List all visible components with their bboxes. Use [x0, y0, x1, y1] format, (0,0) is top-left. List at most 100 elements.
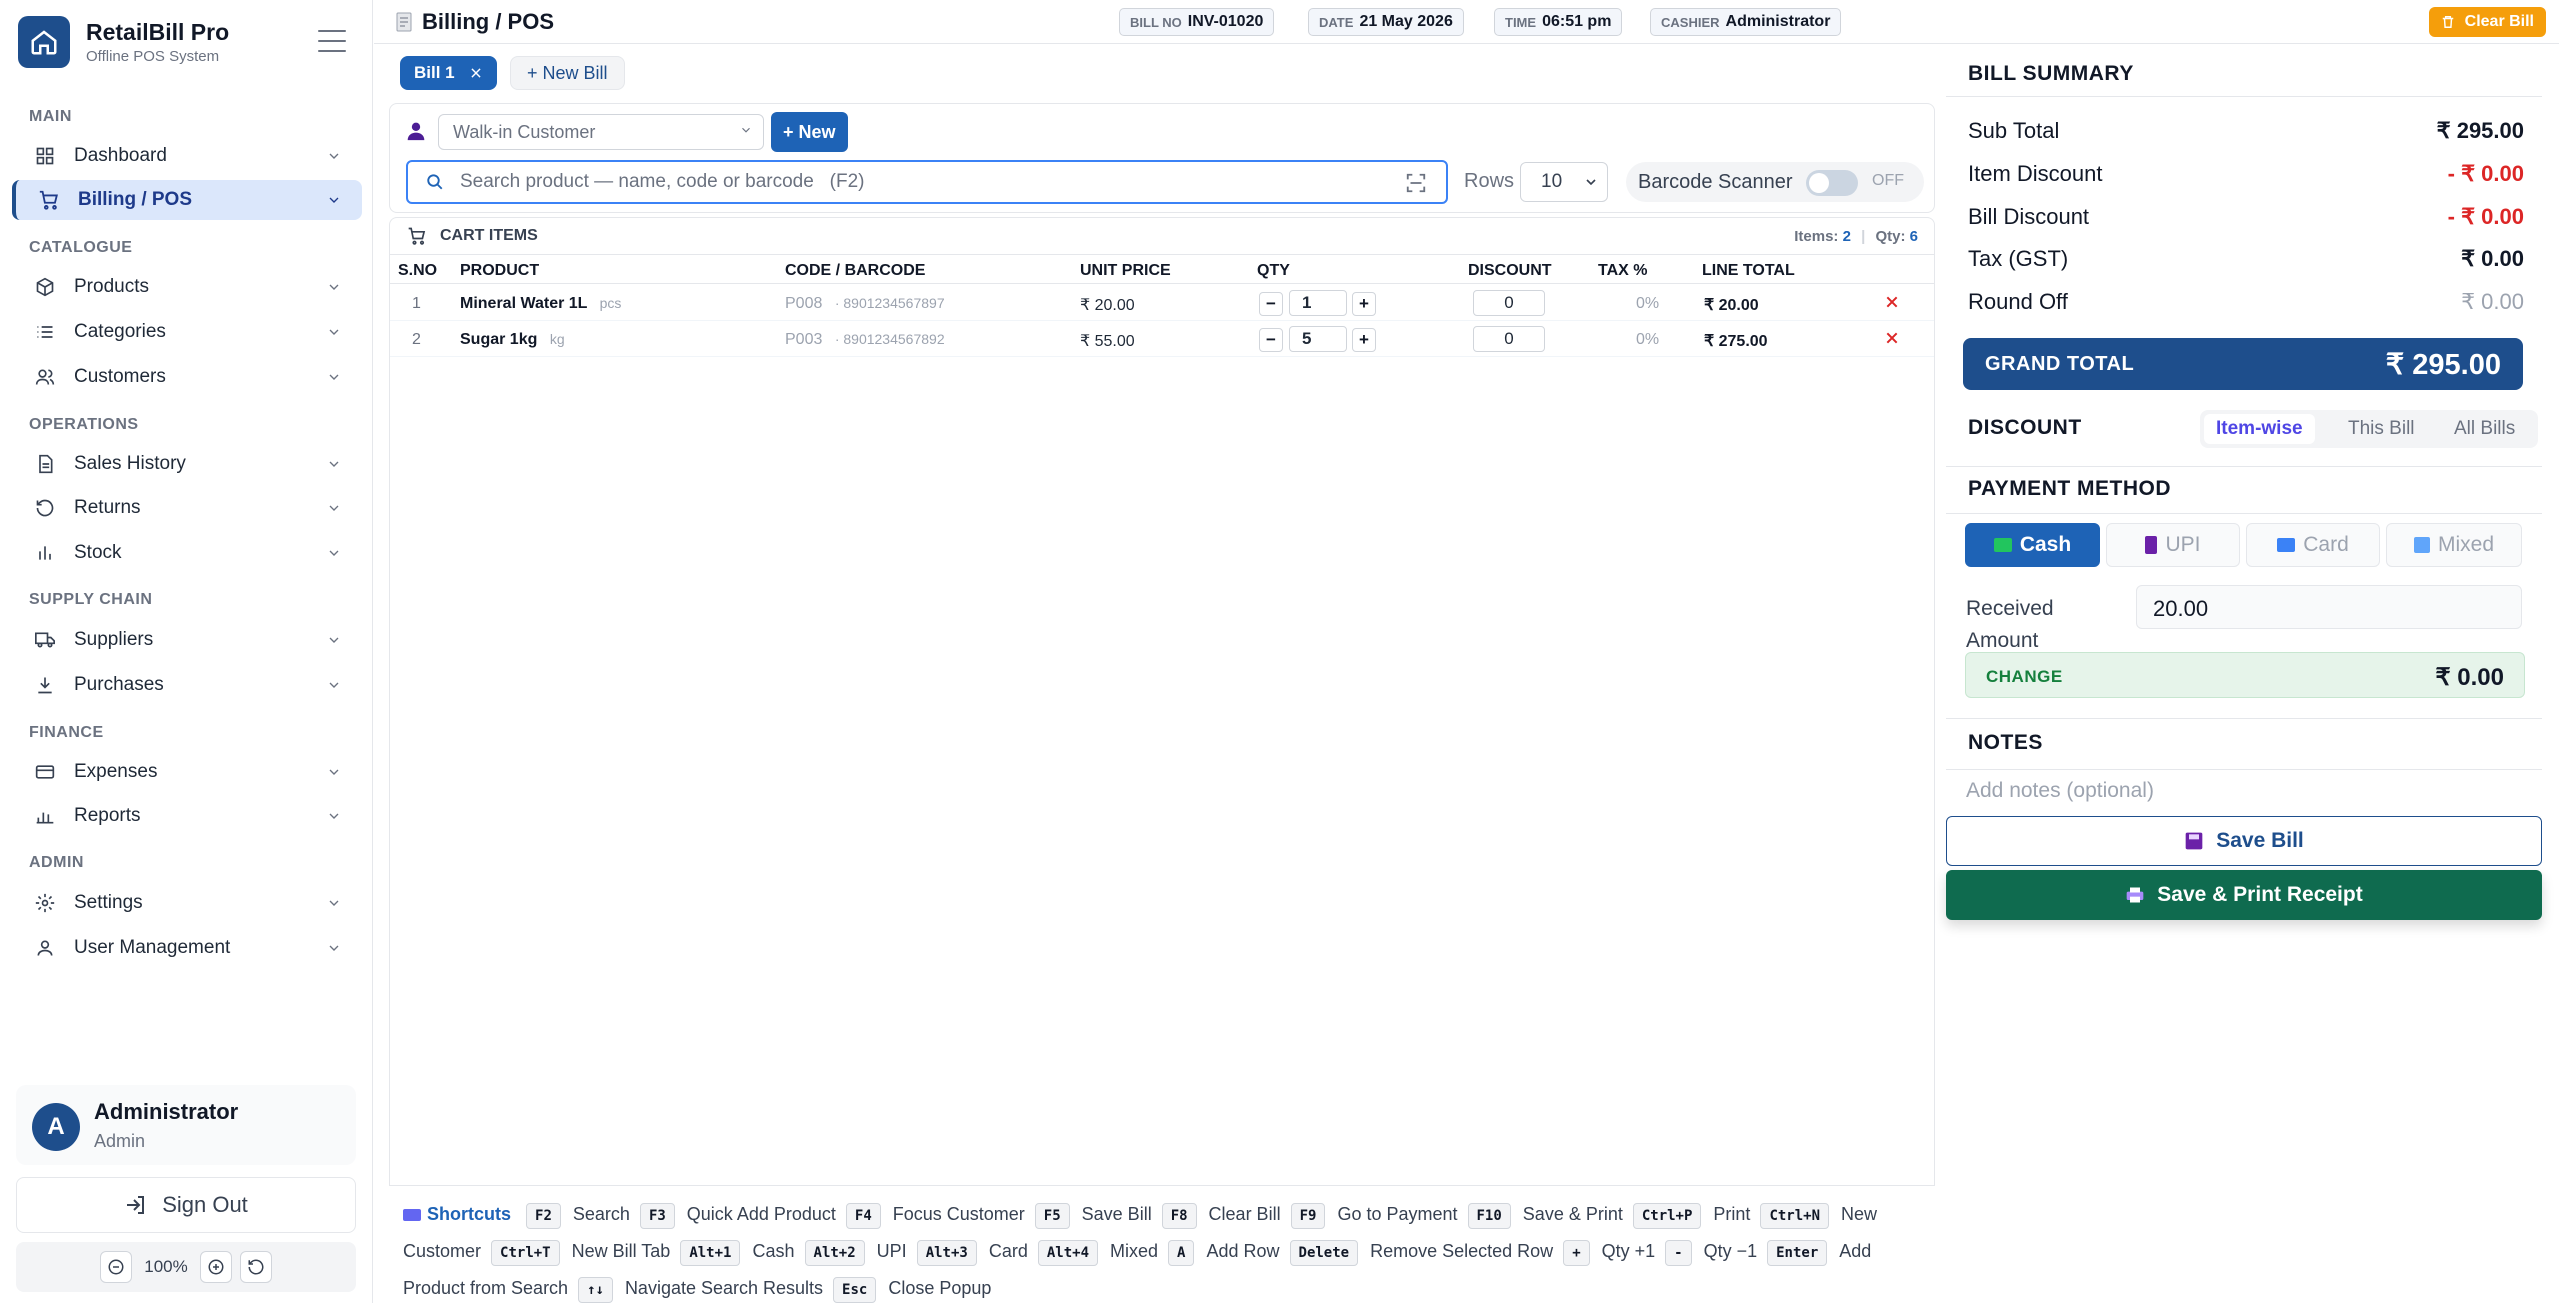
- grand-total-label: GRAND TOTAL: [1985, 353, 2135, 375]
- col-code: CODE / BARCODE: [785, 262, 926, 279]
- new-customer-button[interactable]: + New: [771, 112, 848, 152]
- sidebar-item-categories[interactable]: Categories: [12, 312, 362, 352]
- date-label: DATE: [1319, 14, 1354, 30]
- row-product: Sugar 1kg kg: [460, 331, 565, 349]
- chevron-down-icon: [329, 284, 339, 290]
- zoom-controls: 100%: [16, 1242, 356, 1292]
- shortcuts-bar: Shortcuts F2 Search F3 Quick Add Product F4 F…: [389, 1185, 1935, 1303]
- shortcut-label: Print: [1713, 1204, 1751, 1224]
- payment-mixed-button[interactable]: Mixed: [2386, 523, 2522, 567]
- sidebar-item-reports[interactable]: Reports: [12, 796, 362, 836]
- chevron-down-icon: [329, 505, 339, 511]
- sign-out-button[interactable]: Sign Out: [16, 1177, 356, 1233]
- received-amount-label: Received Amount: [1966, 597, 2054, 652]
- new-bill-button[interactable]: + New Bill: [510, 56, 625, 90]
- qty-label: Qty:: [1875, 228, 1906, 245]
- user-role: Admin: [94, 1131, 146, 1151]
- payment-upi-button[interactable]: UPI: [2106, 523, 2240, 567]
- menu-toggle-icon[interactable]: [318, 30, 346, 52]
- zoom-out-icon: [108, 1259, 124, 1275]
- discount-tab-item-wise[interactable]: Item-wise: [2204, 414, 2315, 444]
- scan-icon[interactable]: [1404, 172, 1428, 194]
- save-bill-button[interactable]: Save Bill: [1946, 816, 2542, 866]
- sidebar-item-label: Expenses: [74, 761, 158, 782]
- search-icon: [427, 174, 443, 190]
- notes-input[interactable]: Add notes (optional): [1966, 779, 2154, 803]
- sidebar-item-customers[interactable]: Customers: [12, 357, 362, 397]
- barcode-scanner-toggle[interactable]: [1806, 170, 1858, 196]
- qty-input[interactable]: 5: [1289, 326, 1347, 352]
- save-print-label: Save & Print Receipt: [2157, 883, 2363, 906]
- grid-icon: [34, 145, 56, 167]
- rows-select[interactable]: 10: [1520, 162, 1608, 202]
- row-barcode: · 8901234567897: [834, 295, 945, 311]
- tab-bill-1[interactable]: Bill 1: [400, 56, 497, 90]
- sidebar-item-stock[interactable]: Stock: [12, 533, 362, 573]
- shortcut-key: Ctrl+T: [491, 1240, 560, 1266]
- sidebar-item-dashboard[interactable]: Dashboard: [12, 136, 362, 176]
- discount-tab-all-bills[interactable]: All Bills: [2442, 414, 2527, 444]
- sidebar-item-suppliers[interactable]: Suppliers: [12, 620, 362, 660]
- sidebar-item-returns[interactable]: Returns: [12, 488, 362, 528]
- col-line-total: LINE TOTAL: [1702, 262, 1795, 279]
- clear-bill-button[interactable]: Clear Bill: [2428, 7, 2546, 37]
- sub-total-value: ₹ 295.00: [2436, 118, 2524, 143]
- keyboard-icon: [403, 1209, 421, 1222]
- sidebar-item-user-management[interactable]: User Management: [12, 928, 362, 968]
- row-code: P003 · 8901234567892: [785, 331, 945, 349]
- notes-panel: NOTES Add notes (optional): [1946, 718, 2542, 812]
- qty-increment-button[interactable]: +: [1352, 328, 1376, 352]
- date-value: 21 May 2026: [1359, 13, 1453, 30]
- zoom-in-button[interactable]: [200, 1251, 232, 1283]
- sidebar-item-sales-history[interactable]: Sales History: [12, 444, 362, 484]
- payment-cash-button[interactable]: Cash: [1965, 523, 2100, 567]
- table-row[interactable]: 2 Sugar 1kg kg P003 · 8901234567892 ₹ 55…: [390, 321, 1934, 357]
- payment-card-button[interactable]: Card: [2246, 523, 2380, 567]
- cart-title: CART ITEMS: [440, 227, 538, 244]
- shortcut-label: Add Row: [1206, 1241, 1280, 1261]
- shortcut-label: Save Bill: [1081, 1204, 1152, 1224]
- table-row[interactable]: 1 Mineral Water 1L pcs P008 · 8901234567…: [390, 285, 1934, 321]
- sidebar-item-billing-pos[interactable]: Billing / POS: [12, 180, 362, 220]
- qty-decrement-button[interactable]: −: [1259, 292, 1283, 316]
- sidebar-item-label: Reports: [74, 805, 141, 826]
- main-area: Bill 1 + New Bill Walk-in Customer + New…: [385, 52, 1935, 1303]
- sidebar-item-products[interactable]: Products: [12, 267, 362, 307]
- nav-section-supply-chain: SUPPLY CHAIN: [29, 591, 153, 608]
- sidebar-item-expenses[interactable]: Expenses: [12, 752, 362, 792]
- cash-icon: [1993, 538, 2012, 552]
- sidebar-item-label: Returns: [74, 497, 141, 518]
- save-print-button[interactable]: Save & Print Receipt: [1946, 870, 2542, 920]
- time-value: 06:51 pm: [1542, 13, 1612, 30]
- discount-input[interactable]: 0: [1473, 290, 1545, 316]
- close-icon[interactable]: [1884, 294, 1900, 310]
- sidebar-item-settings[interactable]: Settings: [12, 883, 362, 923]
- qty-input[interactable]: 1: [1289, 290, 1347, 316]
- sidebar-item-label: Suppliers: [74, 629, 154, 650]
- bill-no-chip: BILL NO INV-01020: [1119, 8, 1275, 36]
- document-icon: [34, 453, 56, 475]
- cart-icon: [38, 189, 60, 211]
- received-amount-input[interactable]: 20.00: [2136, 585, 2522, 629]
- home-logo-icon: [18, 16, 70, 68]
- sidebar-item-purchases[interactable]: Purchases: [12, 665, 362, 705]
- close-icon[interactable]: [469, 66, 483, 80]
- discount-tab-this-bill[interactable]: This Bill: [2336, 414, 2427, 444]
- shortcut-key: F10: [1467, 1203, 1511, 1229]
- qty-decrement-button[interactable]: −: [1259, 328, 1283, 352]
- col-sno: S.NO: [398, 262, 438, 279]
- zoom-out-button[interactable]: [100, 1251, 132, 1283]
- shortcuts-title: Shortcuts: [427, 1204, 512, 1224]
- zoom-reset-button[interactable]: [240, 1251, 272, 1283]
- change-value: ₹ 0.00: [2435, 664, 2504, 691]
- customer-select[interactable]: Walk-in Customer: [438, 114, 764, 150]
- close-icon[interactable]: [1884, 330, 1900, 346]
- brand[interactable]: RetailBill Pro Offline POS System: [18, 16, 229, 68]
- shuffle-icon: [2413, 537, 2430, 553]
- discount-input[interactable]: 0: [1473, 326, 1545, 352]
- round-off-value: ₹ 0.00: [2461, 289, 2524, 314]
- search-input[interactable]: Search product — name, code or barcode (…: [406, 160, 1448, 204]
- qty-increment-button[interactable]: +: [1352, 292, 1376, 316]
- chevron-down-icon: [329, 769, 339, 775]
- nav-section-main: MAIN: [29, 108, 72, 125]
